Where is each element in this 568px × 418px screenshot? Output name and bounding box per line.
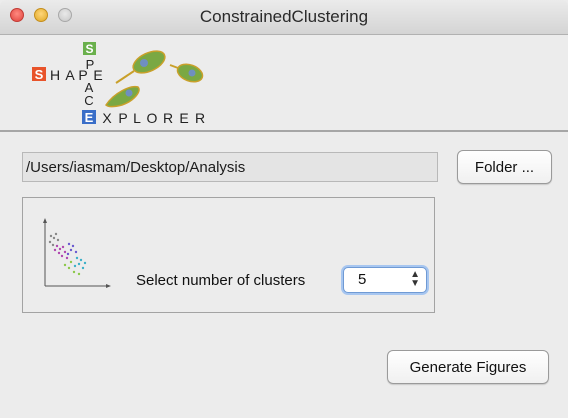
app-window: ConstrainedClustering S H A P E S P A C … [0,0,568,418]
logo-letter: S [85,42,93,56]
shape-space-explorer-logo: S H A P E S P A C E X P L O R E R [32,42,205,126]
cell-icon [105,85,140,108]
logo-letter: L [133,110,141,126]
logo-letter: O [147,110,158,126]
generate-figures-button[interactable]: Generate Figures [387,350,549,384]
clusters-label: Select number of clusters [136,272,306,289]
logo-letter: R [163,110,173,126]
window-title: ConstrainedClustering [199,7,369,26]
logo-area: S H A P E S P A C E X P L O R E R [0,35,568,131]
logo-letter: E [85,110,94,125]
title-bar: ConstrainedClustering [0,0,568,35]
chevron-up-down-icon: ▲ ▼ [410,269,420,289]
cluster-panel: Select number of clusters 5 ▲ ▼ [22,197,435,313]
cluster-count-value: 5 [358,271,367,288]
logo-letter: C [84,93,93,108]
scatter-plot-icon [43,218,111,288]
logo-letter: R [195,110,205,126]
logo-letter: H [50,67,60,83]
logo-letter: P [86,57,95,72]
divider [0,130,568,132]
folder-button[interactable]: Folder ... [457,150,552,184]
logo-letter: E [93,67,102,83]
cluster-count-select[interactable]: 5 ▲ ▼ [343,267,427,293]
folder-path-field[interactable]: /Users/iasmam/Desktop/Analysis [22,152,438,182]
logo-letter: S [35,67,44,82]
cell-icon [169,63,204,83]
logo-letter: X [102,110,112,126]
logo-letter: P [118,110,127,126]
cell-icon [115,50,166,84]
logo-letter: A [65,67,75,83]
logo-letter: E [179,110,188,126]
